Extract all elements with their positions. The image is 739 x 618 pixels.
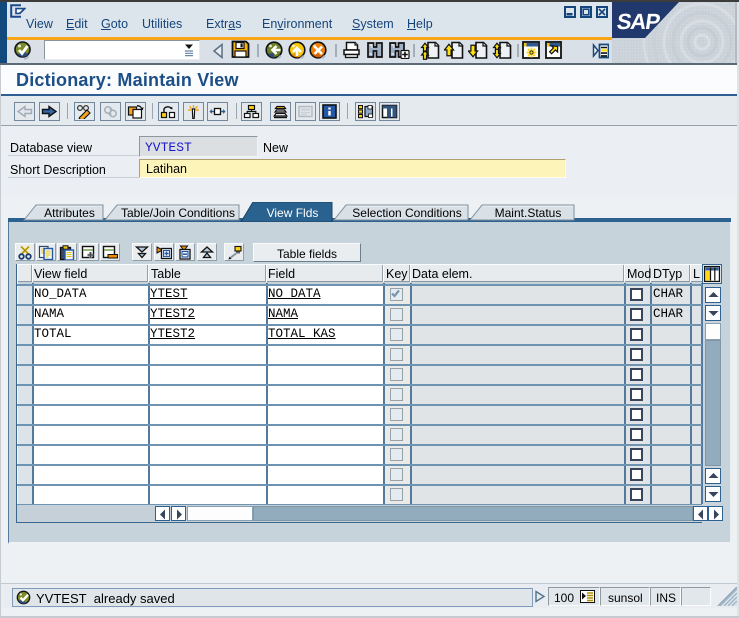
svg-text:SAP: SAP [615,9,661,34]
